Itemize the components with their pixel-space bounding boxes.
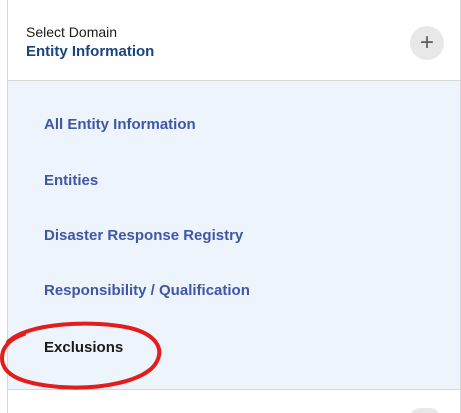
expand-plus-icon[interactable]: + [410, 26, 444, 60]
menu-item-disaster-response-registry[interactable]: Disaster Response Registry [44, 227, 243, 244]
domain-card: Select Domain Entity Information + All E… [7, 0, 461, 390]
menu-item-responsibility-qualification[interactable]: Responsibility / Qualification [44, 282, 250, 299]
next-domain-row[interactable] [7, 390, 461, 413]
domain-selector-panel: Select Domain Entity Information + All E… [0, 0, 461, 413]
menu-item-exclusions[interactable]: Exclusions [44, 339, 123, 356]
domain-menu: All Entity Information Entities Disaster… [8, 81, 460, 389]
menu-item-entities[interactable]: Entities [44, 172, 98, 189]
select-domain-label: Select Domain [26, 24, 118, 40]
next-expand-icon[interactable] [410, 408, 440, 413]
domain-header[interactable]: Select Domain Entity Information + [8, 0, 460, 81]
menu-item-all-entity-information[interactable]: All Entity Information [44, 116, 196, 133]
current-domain-title: Entity Information [26, 43, 155, 60]
